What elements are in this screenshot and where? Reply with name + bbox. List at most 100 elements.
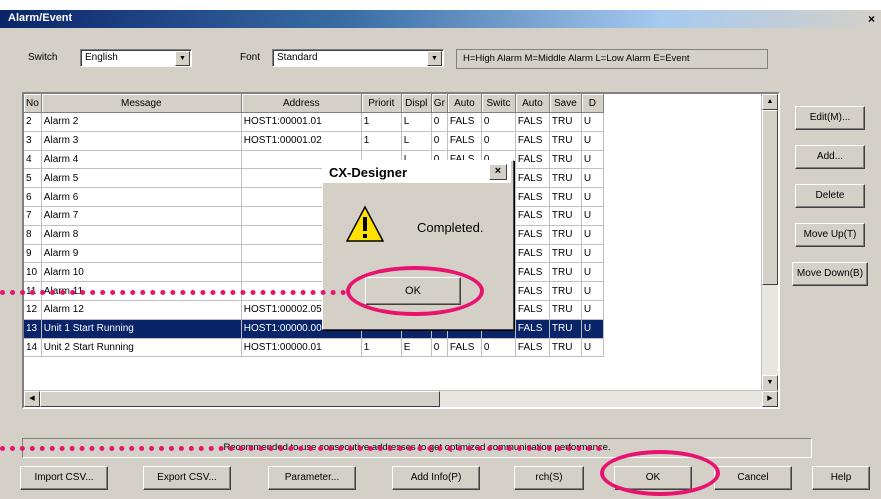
- table-cell: U: [581, 281, 604, 301]
- scroll-left-icon[interactable]: ◀: [24, 391, 40, 407]
- table-cell: TRU: [549, 281, 582, 301]
- export-csv-button[interactable]: Export CSV...: [143, 466, 231, 490]
- table-cell: TRU: [549, 150, 582, 170]
- table-row[interactable]: 6Alarm 6L0FALS0FALSTRUU: [24, 187, 604, 207]
- table-cell: U: [581, 244, 604, 264]
- column-header[interactable]: Switc: [481, 94, 516, 113]
- table-cell: FALS: [515, 187, 550, 207]
- import-csv-button[interactable]: Import CSV...: [20, 466, 108, 490]
- table-cell: Alarm 4: [41, 150, 242, 170]
- table-cell: 0: [431, 338, 448, 358]
- column-header[interactable]: Displ: [401, 94, 432, 113]
- table-row[interactable]: 11Alarm 11H0FALS0FALSTRUU: [24, 281, 604, 301]
- scroll-right-icon[interactable]: ▶: [762, 391, 778, 407]
- table-cell: TRU: [549, 206, 582, 226]
- column-header[interactable]: Save: [549, 94, 582, 113]
- table-row[interactable]: 5Alarm 5L0FALS0FALSTRUU: [24, 168, 604, 189]
- table-cell: TRU: [549, 319, 582, 339]
- horizontal-scrollbar[interactable]: ◀ ▶: [24, 390, 778, 407]
- dialog-message: Completed.: [417, 220, 484, 235]
- switch-select[interactable]: English ▼: [80, 49, 192, 67]
- table-cell: Alarm 9: [41, 244, 242, 264]
- table-cell: FALS: [515, 262, 550, 283]
- edit-button[interactable]: Edit(M)...: [795, 106, 865, 130]
- table-cell: U: [581, 206, 604, 226]
- table-cell: TRU: [549, 187, 582, 207]
- table-cell: 6: [24, 187, 42, 207]
- column-header[interactable]: Gr: [431, 94, 448, 113]
- ok-button[interactable]: OK: [614, 466, 692, 490]
- vertical-scrollbar[interactable]: ▲ ▼: [761, 94, 778, 391]
- table-cell: Unit 1 Start Running: [41, 319, 242, 339]
- table-row[interactable]: 14 Unit 2 Start Running HOST1:00000.01 1 E 0 F…: [24, 338, 604, 358]
- cancel-button[interactable]: Cancel: [714, 466, 792, 490]
- table-cell: TRU: [549, 262, 582, 283]
- table-row[interactable]: 13Unit 1 Start RunningHOST1:00000.001E0F…: [24, 319, 604, 339]
- table-cell: U: [581, 300, 604, 320]
- table-cell: Alarm 6: [41, 187, 242, 207]
- table-cell: FALS: [447, 338, 482, 358]
- table-cell: FALS: [447, 112, 482, 132]
- switch-select-value: English: [85, 52, 118, 63]
- dialog-titlebar: CX-Designer ×: [323, 161, 511, 183]
- table-cell: FALS: [515, 112, 550, 132]
- table-cell: FALS: [515, 338, 550, 358]
- column-header[interactable]: No: [24, 94, 42, 113]
- help-button[interactable]: Help: [812, 466, 870, 490]
- table-cell: 8: [24, 225, 42, 245]
- table-cell: Alarm 8: [41, 225, 242, 245]
- table-cell: 4: [24, 150, 42, 170]
- window-close-icon[interactable]: ×: [868, 12, 875, 26]
- column-header[interactable]: Auto: [447, 94, 482, 113]
- column-header[interactable]: Priorit: [361, 94, 402, 113]
- table-row[interactable]: 4Alarm 4L0FALS0FALSTRUU: [24, 150, 604, 170]
- priority-legend: H=High Alarm M=Middle Alarm L=Low Alarm …: [456, 49, 768, 69]
- table-cell: Unit 2 Start Running: [41, 338, 242, 358]
- table-cell: L: [401, 112, 432, 132]
- table-cell: FALS: [515, 225, 550, 245]
- font-select-value: Standard: [277, 52, 318, 63]
- font-label: Font: [240, 52, 261, 63]
- move-up-button[interactable]: Move Up(T): [795, 223, 865, 247]
- table-cell: 14: [24, 338, 42, 358]
- column-header[interactable]: D: [581, 94, 604, 113]
- chevron-down-icon[interactable]: ▼: [175, 51, 190, 66]
- dialog-close-icon[interactable]: ×: [489, 164, 507, 180]
- table-cell: 13: [24, 319, 42, 339]
- table-row[interactable]: 8Alarm 8H0FALS0FALSTRUU: [24, 225, 604, 245]
- table-cell: U: [581, 187, 604, 207]
- table-cell: 1: [361, 131, 402, 151]
- window-titlebar: Alarm/Event ×: [0, 10, 881, 28]
- dialog-ok-button[interactable]: OK: [365, 277, 461, 305]
- add-button[interactable]: Add...: [795, 145, 865, 169]
- font-select[interactable]: Standard ▼: [272, 49, 444, 67]
- table-row[interactable]: 9Alarm 9H0FALS0FALSTRUU: [24, 244, 604, 264]
- add-info-button[interactable]: Add Info(P): [392, 466, 480, 490]
- window-title: Alarm/Event: [8, 12, 73, 24]
- table-row[interactable]: 2 Alarm 2 HOST1:00001.01 1 L 0 FALS 0 FALS TRU U: [24, 112, 604, 132]
- warning-icon: [345, 205, 385, 242]
- parameter-button[interactable]: Parameter...: [268, 466, 356, 490]
- table-row[interactable]: 10Alarm 10H0FALS0FALSTRUU: [24, 262, 604, 283]
- scroll-up-icon[interactable]: ▲: [762, 94, 778, 110]
- horizontal-scroll-thumb[interactable]: [40, 391, 440, 407]
- vertical-scroll-thumb[interactable]: [762, 110, 778, 285]
- table-row[interactable]: 12Alarm 12HOST1:00002.051H0FALS0FALSTRUU: [24, 300, 604, 320]
- table-cell: HOST1:00001.02: [241, 131, 362, 151]
- table-row[interactable]: 3 Alarm 3 HOST1:00001.02 1 L 0 FALS 0 FALS TRU U: [24, 131, 604, 151]
- switch-label: Switch: [28, 52, 58, 63]
- column-header[interactable]: Message: [41, 94, 242, 113]
- table-cell: 1: [361, 112, 402, 132]
- column-header[interactable]: Auto: [515, 94, 550, 113]
- search-button[interactable]: rch(S): [514, 466, 584, 490]
- move-down-button[interactable]: Move Down(B): [792, 262, 868, 286]
- scroll-down-icon[interactable]: ▼: [762, 375, 778, 391]
- table-cell: 2: [24, 112, 42, 132]
- table-row[interactable]: 7Alarm 7H0FALS0FALSTRUU: [24, 206, 604, 226]
- column-header[interactable]: Address: [241, 94, 362, 113]
- dialog-title: CX-Designer: [329, 165, 408, 180]
- table-cell: FALS: [447, 131, 482, 151]
- chevron-down-icon[interactable]: ▼: [427, 51, 442, 66]
- table-cell: TRU: [549, 131, 582, 151]
- delete-button[interactable]: Delete: [795, 184, 865, 208]
